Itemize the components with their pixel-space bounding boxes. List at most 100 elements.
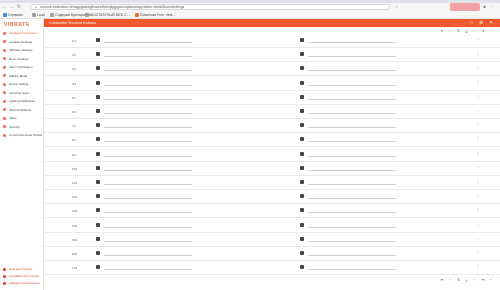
row-menu-icon[interactable]: ⋮ <box>476 165 480 170</box>
row-menu-icon[interactable]: ⋮ <box>476 265 480 269</box>
profile-button[interactable] <box>450 3 480 11</box>
shortcut-input-right[interactable] <box>308 223 396 228</box>
shortcut-input-left[interactable] <box>104 95 192 100</box>
sidebar-item[interactable]: Slider <box>3 116 43 121</box>
download-icon[interactable]: ⤓ <box>464 28 469 33</box>
bookmark-item[interactable]: БЕСПЛАТНЫЙ ВЕБ С... <box>85 11 130 19</box>
sidebar-footer-item[interactable]: Settings and Extension <box>3 281 43 286</box>
shortcut-input-right[interactable] <box>308 52 396 58</box>
row-menu-icon[interactable]: ⋮ <box>476 194 480 198</box>
shortcut-input-left[interactable] <box>104 194 192 200</box>
maximize-icon[interactable]: □ <box>468 20 474 26</box>
shortcut-input-right[interactable] <box>308 81 396 86</box>
row-menu-icon[interactable]: ⋮ <box>476 123 480 127</box>
shortcut-input-left[interactable] <box>104 180 192 185</box>
sidebar-footer-item[interactable]: Help and Support <box>3 267 43 272</box>
sidebar-item[interactable]: Lighting Notification <box>3 99 43 104</box>
row-menu-icon[interactable]: ⋮ <box>476 94 480 99</box>
shortcut-input-right[interactable] <box>308 251 396 256</box>
row-menu-icon[interactable]: ⋮ <box>476 222 480 227</box>
shortcut-input-right[interactable] <box>308 66 396 72</box>
sidebar-item[interactable]: Alarm Notification <box>3 65 43 70</box>
settings-icon[interactable]: ⚙ <box>478 20 484 26</box>
next-icon[interactable]: › <box>472 277 477 282</box>
sidebar-footer-label: Help and Support <box>9 267 33 271</box>
bookmark-item[interactable]: Сервисы <box>3 11 23 19</box>
sidebar-item[interactable]: Shortcut Buttons <box>3 108 43 113</box>
row-menu-icon[interactable]: ⋮ <box>476 180 480 184</box>
shortcut-input-right[interactable] <box>308 194 396 200</box>
sidebar-item[interactable]: Security <box>3 125 43 130</box>
next-icon[interactable]: › <box>472 28 477 33</box>
star-icon[interactable]: ☆ <box>394 4 399 10</box>
url-input[interactable]: ● chrome-extension://ehagpgvaldgjfhoohnf… <box>30 4 390 10</box>
back-icon[interactable]: ← <box>2 4 8 10</box>
row-menu-icon[interactable]: ⋮ <box>476 251 480 255</box>
shortcut-input-left[interactable] <box>104 38 192 43</box>
row-menu-icon[interactable]: ⋮ <box>476 208 480 212</box>
sidebar-item[interactable]: Waiting Mode <box>3 74 43 79</box>
shortcut-input-right[interactable] <box>308 95 396 100</box>
refresh-icon[interactable]: ↻ <box>456 277 461 282</box>
row-menu-icon[interactable]: ⋮ <box>476 109 480 113</box>
shortcut-input-left[interactable] <box>104 265 192 271</box>
sidebar-item[interactable]: Intelligent Notification <box>3 31 43 36</box>
row-menu-icon[interactable]: ⋮ <box>476 137 480 141</box>
row-menu-icon[interactable]: ⋮ <box>476 66 480 70</box>
extensions-icon[interactable]: ◆ <box>482 4 487 10</box>
shortcut-input-left[interactable] <box>104 123 192 129</box>
shortcut-input-left[interactable] <box>104 251 192 256</box>
shortcut-input-left[interactable] <box>104 52 192 58</box>
refresh-icon[interactable]: ↻ <box>456 28 461 33</box>
shortcut-input-left[interactable] <box>104 208 192 214</box>
first-icon[interactable]: ⇤ <box>440 28 445 33</box>
shortcut-input-right[interactable] <box>308 152 396 157</box>
more-icon[interactable]: ⋯ <box>488 28 493 33</box>
sidebar-item[interactable]: Location Settings <box>3 40 43 45</box>
shortcut-input-left[interactable] <box>104 223 192 228</box>
prev-icon[interactable]: ‹ <box>448 28 453 33</box>
key-icon <box>96 151 100 156</box>
sidebar-item[interactable]: Device Setting <box>3 82 43 87</box>
prev-icon[interactable]: ‹ <box>448 277 453 282</box>
bookmark-item[interactable]: Download Free Vect... <box>135 11 175 19</box>
shortcut-input-right[interactable] <box>308 38 396 43</box>
shortcut-input-left[interactable] <box>104 109 192 114</box>
first-icon[interactable]: ⇤ <box>440 277 445 282</box>
forward-icon[interactable]: → <box>9 4 15 10</box>
download-icon[interactable]: ⤓ <box>464 277 469 282</box>
row-menu-icon[interactable]: ⋮ <box>476 151 480 156</box>
shortcut-input-left[interactable] <box>104 137 192 143</box>
reload-icon[interactable]: ↻ <box>16 4 22 10</box>
shortcut-input-right[interactable] <box>308 265 396 271</box>
shortcut-input-left[interactable] <box>104 237 192 242</box>
shortcut-input-right[interactable] <box>308 137 396 143</box>
close-icon[interactable]: ✕ <box>488 20 494 26</box>
last-icon[interactable]: ⇥ <box>480 277 485 282</box>
bookmark-item[interactable]: Load <box>32 11 45 19</box>
sidebar-item[interactable]: Launcher Apps <box>3 91 43 96</box>
shortcut-input-right[interactable] <box>308 109 396 114</box>
sidebar-footer-item[interactable]: Feedback and Contact <box>3 274 43 279</box>
row-menu-icon[interactable]: ⋮ <box>476 38 480 42</box>
shortcut-input-left[interactable] <box>104 152 192 157</box>
shortcut-input-right[interactable] <box>308 166 396 171</box>
more-icon[interactable]: ⋯ <box>488 277 493 282</box>
sidebar-item[interactable]: Down Settings <box>3 57 43 62</box>
shortcut-input-right[interactable] <box>308 208 396 214</box>
shortcut-input-right[interactable] <box>308 123 396 129</box>
table-row: 12/1 ⋮ <box>44 190 500 205</box>
shortcut-input-right[interactable] <box>308 180 396 185</box>
sidebar-item[interactable]: Control Reminder Period <box>3 133 43 138</box>
shortcut-input-left[interactable] <box>104 81 192 86</box>
row-menu-icon[interactable]: ⋮ <box>476 236 480 241</box>
row-menu-icon[interactable]: ⋮ <box>476 80 480 85</box>
menu-icon[interactable]: ⋮ <box>490 4 495 10</box>
sidebar-item[interactable]: Vibration Settings <box>3 48 43 53</box>
shortcut-input-left[interactable] <box>104 66 192 72</box>
last-icon[interactable]: ⇥ <box>480 28 485 33</box>
shortcut-input-left[interactable] <box>104 166 192 171</box>
shortcut-input-right[interactable] <box>308 237 396 242</box>
key-icon <box>96 80 100 85</box>
row-menu-icon[interactable]: ⋮ <box>476 52 480 56</box>
